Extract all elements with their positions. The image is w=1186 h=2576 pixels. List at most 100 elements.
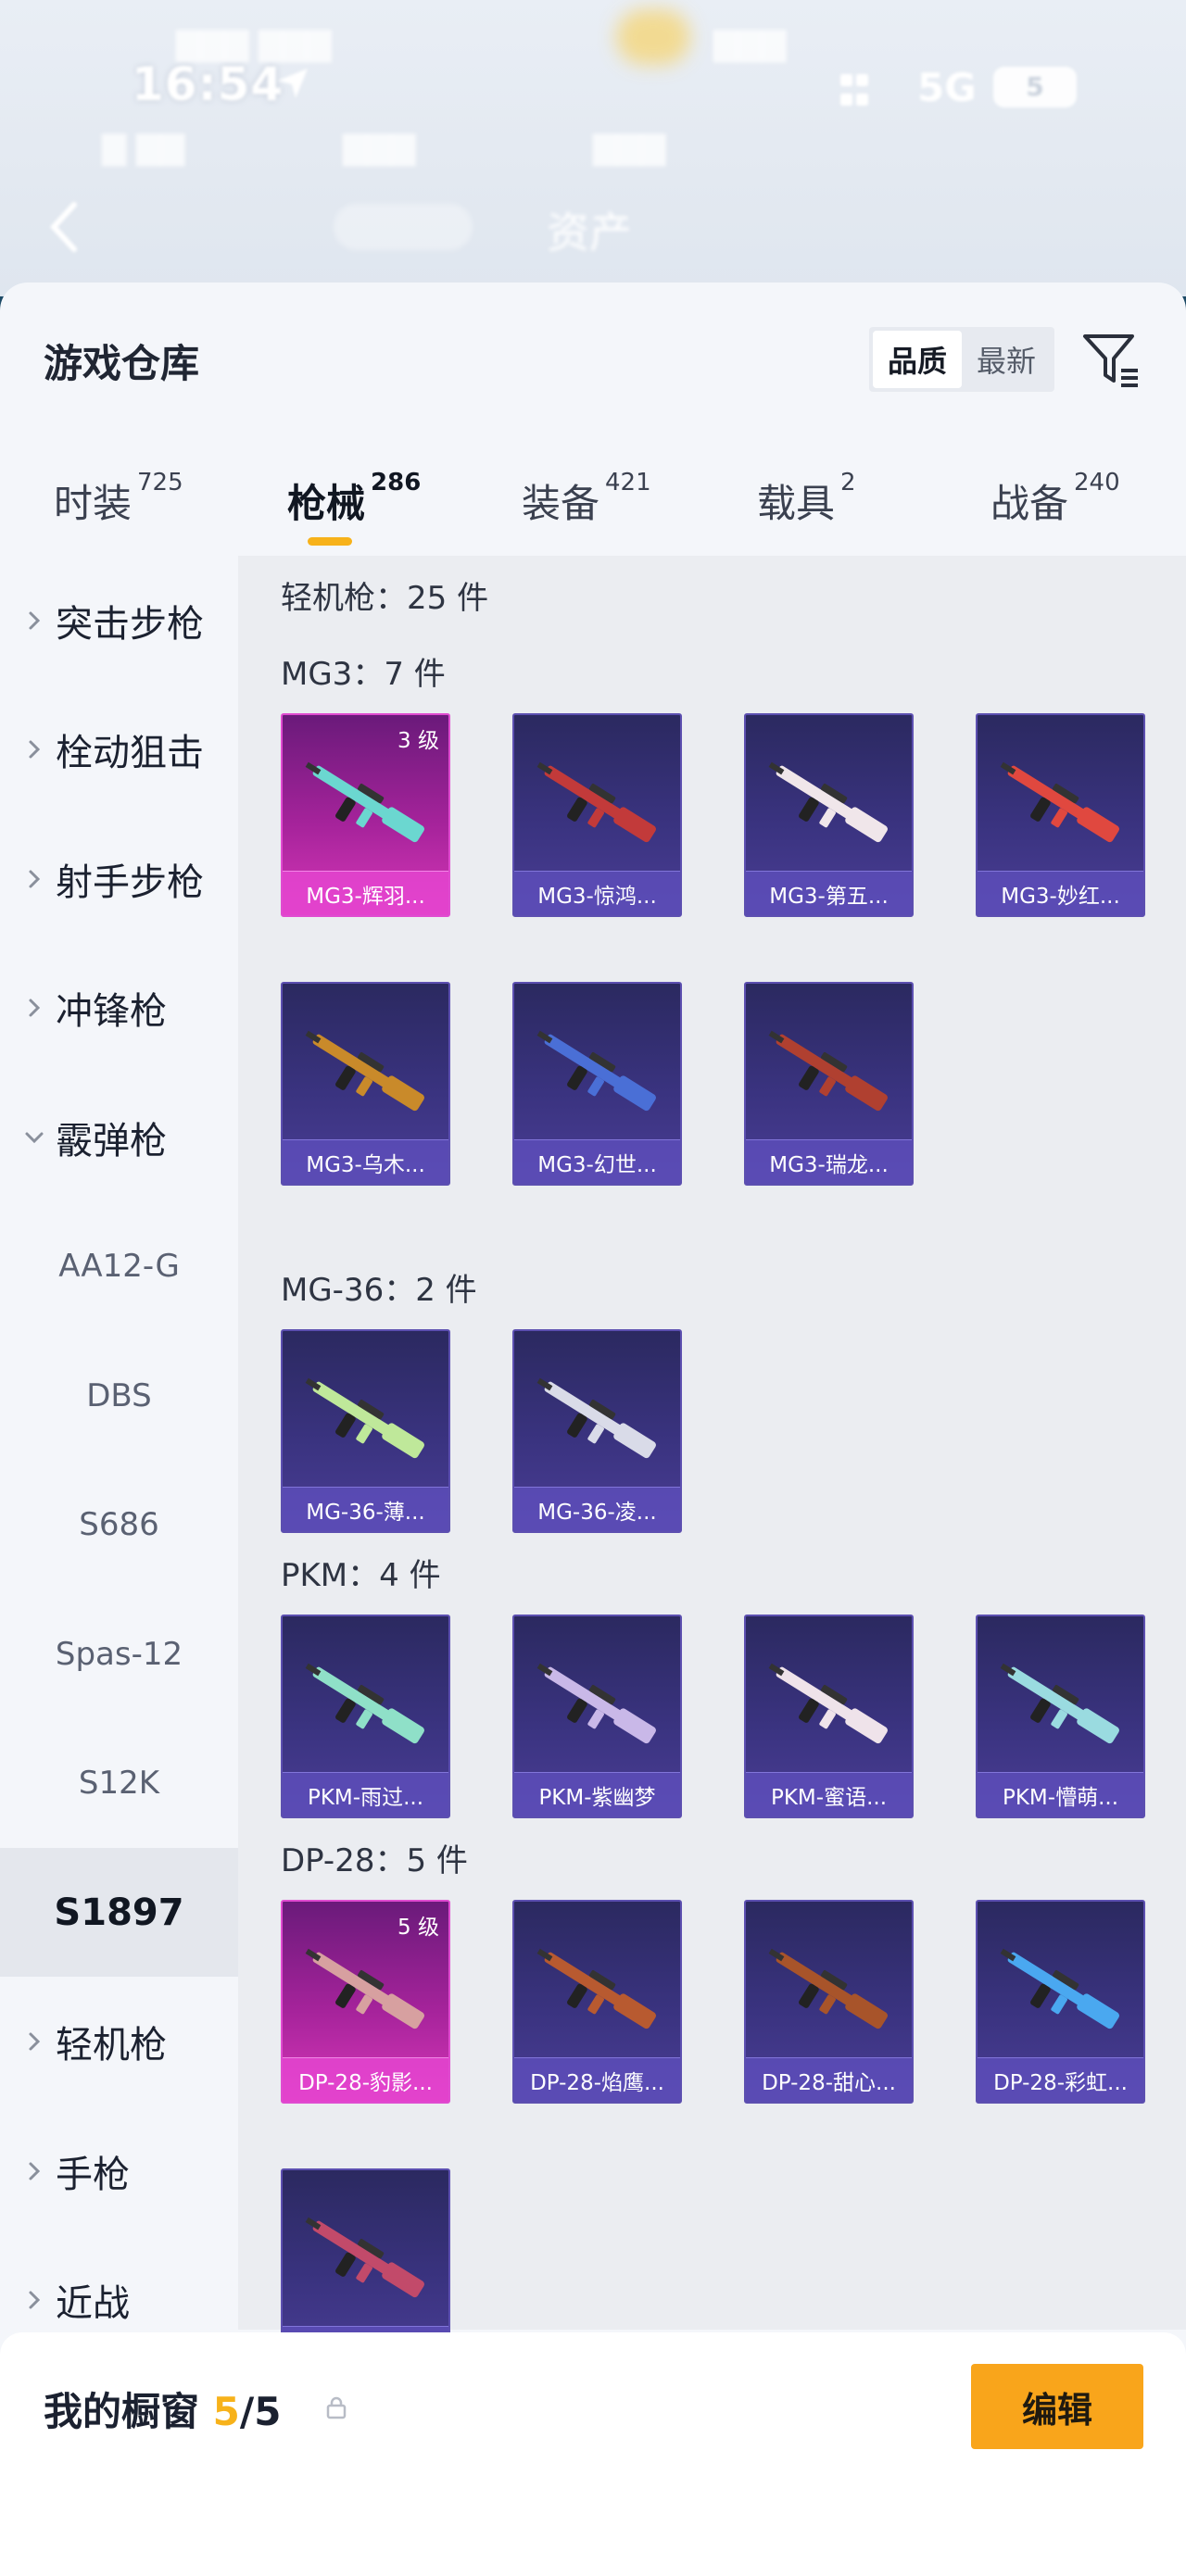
filter-icon[interactable] [1080, 329, 1142, 390]
weapon-skin-card[interactable]: MG3-惊鸿... [512, 713, 682, 917]
weapon-skin-icon [1000, 1663, 1119, 1744]
weapon-skin-icon [305, 761, 424, 843]
skin-name: MG3-辉羽... [283, 871, 448, 915]
sidebar-item[interactable]: 冲锋枪 [0, 944, 238, 1073]
skin-name: DP-28-焰鹰... [514, 2057, 680, 2102]
sidebar-item-label: DBS [86, 1376, 152, 1414]
sidebar-item-label: 栓动狙击 [56, 732, 204, 774]
background-header: ▇▇▇ ▇▇▇ ▇▇▇ 16:54 5G 5 ▇ ▇▇ ▇▇▇ ▇▇▇ 资产 [0, 0, 1186, 296]
showcase-total-count: /5 [239, 2389, 282, 2434]
sidebar-item-label: S12K [78, 1765, 160, 1802]
sidebar-item[interactable]: DBS [0, 1331, 238, 1460]
skin-name: PKM-蜜语... [746, 1772, 912, 1816]
sidebar-item[interactable]: 射手步枪 [0, 814, 238, 943]
tab-label: 装备 [522, 481, 600, 526]
weapon-skin-grid: 轻机枪：25 件 MG3：7 件 3 级 MG3-辉羽... MG3-惊鸿... MG3-… [238, 556, 1186, 2372]
sort-toggle: 品质 最新 [869, 327, 1054, 392]
sidebar-item-label: 霰弹枪 [56, 1119, 167, 1162]
weapon-skin-card[interactable]: 3 级 MG3-辉羽... [281, 713, 450, 917]
weapon-skin-card[interactable]: MG3-乌木... [281, 982, 450, 1186]
skin-name: MG3-幻世... [514, 1139, 680, 1184]
weapon-skin-card[interactable]: DP-28-彩虹... [976, 1900, 1145, 2104]
weapon-group-label: MG3：7 件 [281, 656, 446, 693]
weapon-skin-icon [305, 1030, 424, 1112]
weapon-skin-icon [536, 1663, 656, 1744]
skin-name: MG3-瑞龙... [746, 1139, 912, 1184]
sidebar-item-label: 近战 [56, 2282, 130, 2325]
tab-combat-supplies[interactable]: 战备 240 [990, 469, 1120, 529]
chevron-right-icon [29, 999, 41, 1017]
sidebar-item[interactable]: 霰弹枪 [0, 1073, 238, 1201]
sidebar-item[interactable]: S686 [0, 1461, 238, 1590]
weapon-skin-icon [305, 1948, 424, 2029]
skin-name: MG3-妙红... [978, 871, 1143, 915]
edit-button[interactable]: 编辑 [971, 2364, 1143, 2449]
showcase-current-count: 5 [212, 2389, 240, 2434]
weapon-skin-icon [768, 761, 888, 843]
weapon-skin-icon [536, 1377, 656, 1459]
weapon-skin-card[interactable]: PKM-紫幽梦 [512, 1615, 682, 1818]
weapon-skin-card[interactable]: DP-28-甜心... [744, 1900, 914, 2104]
sidebar-item[interactable]: 栓动狙击 [0, 685, 238, 814]
sidebar-item[interactable]: 轻机枪 [0, 1978, 238, 2106]
game-warehouse-sheet: 游戏仓库 品质 最新 时装 725 枪械 286 装备 421 载具 2 战备 240 突… [0, 283, 1186, 2576]
tab-count: 725 [137, 469, 183, 496]
weapon-skin-card[interactable]: MG3-第五... [744, 713, 914, 917]
weapon-skin-card[interactable]: DP-28-焰鹰... [512, 1900, 682, 2104]
skin-name: MG-36-凌... [514, 1487, 680, 1531]
weapon-skin-card[interactable]: PKM-懵萌... [976, 1615, 1145, 1818]
sidebar-item[interactable]: 突击步枪 [0, 556, 238, 685]
back-icon[interactable] [44, 199, 82, 255]
skin-name: PKM-雨过... [283, 1772, 448, 1816]
weapon-skin-card[interactable]: PKM-蜜语... [744, 1615, 914, 1818]
weapon-skin-card[interactable]: MG3-幻世... [512, 982, 682, 1186]
sidebar-item-label: AA12-G [58, 1248, 180, 1285]
chevron-right-icon [29, 611, 41, 629]
skin-name: DP-28-彩虹... [978, 2057, 1143, 2102]
category-tabs: 时装 725 枪械 286 装备 421 载具 2 战备 240 [0, 445, 1186, 547]
showcase-label: 我的橱窗 5/5 [44, 2381, 281, 2437]
tab-count: 2 [840, 469, 856, 496]
weapon-skin-card[interactable]: MG-36-薄... [281, 1329, 450, 1533]
weapon-skin-card[interactable]: MG3-瑞龙... [744, 982, 914, 1186]
network-type: 5G [917, 65, 977, 110]
skin-name: MG3-惊鸿... [514, 871, 680, 915]
background-blur-text: ▇▇▇ [593, 130, 666, 167]
background-title: 资产 [547, 207, 632, 258]
tab-count: 286 [371, 469, 422, 496]
weapon-skin-icon [305, 1663, 424, 1744]
weapon-skin-icon [536, 1030, 656, 1112]
weapon-group-label: DP-28：5 件 [281, 1842, 468, 1879]
weapon-skin-icon [536, 761, 656, 843]
active-tab-indicator [308, 537, 352, 546]
tab-vehicles[interactable]: 载具 2 [757, 469, 856, 529]
sidebar-item[interactable]: S1897 [0, 1848, 238, 1977]
sort-latest-button[interactable]: 最新 [962, 331, 1051, 388]
background-blur-text: ▇ ▇▇ [102, 130, 185, 167]
battery-icon: 5 [993, 67, 1077, 107]
skin-level-badge: 5 级 [397, 1916, 439, 1940]
sidebar-item[interactable]: 手枪 [0, 2106, 238, 2235]
sort-quality-button[interactable]: 品质 [873, 331, 962, 388]
sidebar-item-label: 轻机枪 [56, 2024, 167, 2067]
sidebar-item-label: 冲锋枪 [56, 990, 167, 1033]
weapon-skin-card[interactable]: PKM-雨过... [281, 1615, 450, 1818]
sidebar-item[interactable]: S12K [0, 1719, 238, 1848]
chevron-right-icon [29, 740, 41, 759]
sidebar-item[interactable]: AA12-G [0, 1202, 238, 1331]
chevron-right-icon [29, 2291, 41, 2309]
weapon-skin-icon [536, 1948, 656, 2029]
skin-name: MG3-第五... [746, 871, 912, 915]
chevron-right-icon [29, 2162, 41, 2180]
tab-equipment[interactable]: 装备 421 [522, 469, 651, 529]
weapon-skin-card[interactable]: 5 级 DP-28-豹影... [281, 1900, 450, 2104]
skin-name: PKM-懵萌... [978, 1772, 1143, 1816]
weapon-skin-card[interactable]: MG-36-凌... [512, 1329, 682, 1533]
weapon-skin-card[interactable]: MG3-妙红... [976, 713, 1145, 917]
tab-firearms[interactable]: 枪械 286 [287, 469, 422, 529]
tab-fashion[interactable]: 时装 725 [54, 469, 183, 529]
weapon-category-sidebar: 突击步枪栓动狙击射手步枪冲锋枪霰弹枪 AA12-G DBS S686 Spas-12 S1… [0, 556, 238, 2330]
weapon-group-label: PKM：4 件 [281, 1557, 441, 1594]
tab-count: 421 [605, 469, 651, 496]
sidebar-item[interactable]: Spas-12 [0, 1590, 238, 1718]
